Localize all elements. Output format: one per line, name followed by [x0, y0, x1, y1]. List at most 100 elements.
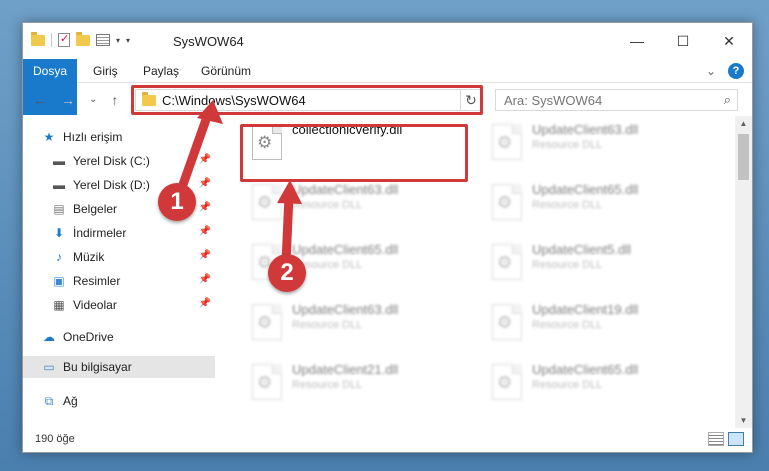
- sidebar-item-label: Müzik: [73, 250, 105, 264]
- file-name: UpdateClient65.dll: [532, 362, 639, 377]
- customize-toolbar-icon[interactable]: ▾: [116, 36, 120, 45]
- recent-locations-button[interactable]: ⌄: [89, 94, 97, 108]
- title-bar: ▾ ▾ SysWOW64 — ☐ ✕: [23, 23, 752, 59]
- pin-icon[interactable]: 📌: [199, 274, 211, 285]
- pin-icon[interactable]: 📌: [199, 202, 211, 213]
- scroll-down-icon[interactable]: ▼: [735, 413, 752, 428]
- expand-ribbon-icon[interactable]: ⌄: [706, 64, 716, 78]
- close-button[interactable]: ✕: [706, 23, 752, 59]
- file-name: UpdateClient65.dll: [532, 182, 639, 197]
- file-item[interactable]: ⚙ UpdateClient21.dll Resource DLL: [244, 360, 474, 416]
- new-folder-icon[interactable]: [76, 31, 90, 46]
- tab-home[interactable]: Giriş: [93, 59, 118, 83]
- file-type: Resource DLL: [532, 199, 603, 211]
- pin-icon[interactable]: 📌: [199, 250, 211, 261]
- ribbon-controls: ⌄ ?: [706, 63, 744, 79]
- search-box[interactable]: ⌕: [495, 89, 738, 111]
- pin-icon[interactable]: 📌: [199, 178, 211, 189]
- dll-file-icon: ⚙: [252, 184, 282, 220]
- sidebar-item-this-pc[interactable]: ▭ Bu bilgisayar: [23, 356, 215, 378]
- details-view-icon[interactable]: [708, 432, 724, 446]
- status-bar: 190 öğe: [23, 428, 752, 452]
- file-item[interactable]: ⚙ UpdateClient65.dll Resource DLL: [484, 360, 714, 416]
- file-highlight-box: [240, 124, 468, 182]
- window-title: SysWOW64: [173, 34, 244, 49]
- sidebar-item-label: Belgeler: [73, 202, 118, 216]
- sidebar-item-quick-access[interactable]: ★ Hızlı erişim: [41, 126, 233, 148]
- file-item[interactable]: ⚙ UpdateClient5.dll Resource DLL: [484, 240, 714, 296]
- dll-file-icon: ⚙: [492, 124, 522, 160]
- window-controls: — ☐ ✕: [614, 23, 752, 59]
- file-type: Resource DLL: [292, 199, 363, 211]
- ribbon-tabs: Dosya Giriş Paylaş Görünüm ⌄ ?: [23, 59, 752, 115]
- file-item[interactable]: ⚙ UpdateClient19.dll Resource DLL: [484, 300, 714, 356]
- file-item[interactable]: ⚙ UpdateClient63.dll Resource DLL: [244, 180, 474, 236]
- tab-view[interactable]: Görünüm: [201, 59, 251, 83]
- file-type: Resource DLL: [532, 139, 603, 151]
- file-type: Resource DLL: [292, 379, 363, 391]
- sidebar-item-music[interactable]: ♪ Müzik 📌: [51, 246, 215, 268]
- pin-icon[interactable]: 📌: [199, 298, 211, 309]
- minimize-button[interactable]: —: [614, 23, 660, 59]
- sidebar-item-network[interactable]: ⧉ Ağ: [41, 390, 233, 412]
- properties-check-icon[interactable]: [58, 32, 70, 47]
- file-name: UpdateClient63.dll: [292, 302, 399, 317]
- folder-icon[interactable]: [31, 31, 45, 46]
- star-icon: ★: [43, 130, 55, 144]
- documents-icon: ▤: [53, 202, 65, 216]
- sidebar-item-videos[interactable]: ▦ Videolar 📌: [51, 294, 215, 316]
- drive-icon: ▬: [53, 154, 65, 168]
- computer-icon: ▭: [43, 360, 55, 374]
- sidebar-item-label: Hızlı erişim: [63, 130, 123, 144]
- sidebar-item-onedrive[interactable]: ☁ OneDrive: [41, 326, 233, 348]
- file-item[interactable]: ⚙ UpdateClient63.dll Resource DLL: [244, 300, 474, 356]
- sidebar-item-pictures[interactable]: ▣ Resimler 📌: [51, 270, 215, 292]
- view-switcher: [708, 432, 744, 446]
- vertical-scrollbar[interactable]: ▲ ▼: [735, 116, 752, 428]
- search-icon[interactable]: ⌕: [724, 92, 731, 108]
- dll-file-icon: ⚙: [492, 184, 522, 220]
- file-type: Resource DLL: [532, 319, 603, 331]
- sidebar-item-label: Videolar: [73, 298, 117, 312]
- sidebar-item-downloads[interactable]: ⬇ İndirmeler 📌: [51, 222, 215, 244]
- sidebar-item-label: Yerel Disk (C:): [73, 154, 150, 168]
- sidebar-item-label: Yerel Disk (D:): [73, 178, 150, 192]
- toolbar-dropdown-icon[interactable]: ▾: [126, 36, 130, 45]
- file-type: Resource DLL: [532, 259, 603, 271]
- help-icon[interactable]: ?: [728, 63, 744, 79]
- maximize-button[interactable]: ☐: [660, 23, 706, 59]
- search-input[interactable]: [504, 91, 704, 109]
- forward-button[interactable]: →: [61, 92, 75, 108]
- gear-icon: ⚙: [497, 253, 513, 272]
- pin-icon[interactable]: 📌: [199, 154, 211, 165]
- dll-file-icon: ⚙: [492, 244, 522, 280]
- file-name: UpdateClient63.dll: [532, 122, 639, 137]
- back-button[interactable]: ←: [33, 92, 47, 108]
- scrollbar-thumb[interactable]: [738, 134, 749, 180]
- up-button[interactable]: ↑: [111, 92, 118, 108]
- tab-share[interactable]: Paylaş: [143, 59, 179, 83]
- file-item[interactable]: ⚙ UpdateClient65.dll Resource DLL: [484, 180, 714, 236]
- drive-icon: ▬: [53, 178, 65, 192]
- sidebar-item-disk-c[interactable]: ▬ Yerel Disk (C:) 📌: [51, 150, 215, 172]
- gear-icon: ⚙: [497, 133, 513, 152]
- cloud-icon: ☁: [43, 330, 55, 344]
- dll-file-icon: ⚙: [492, 304, 522, 340]
- callout-marker-2: 2: [268, 254, 306, 292]
- videos-icon: ▦: [53, 298, 65, 312]
- sidebar-item-label: OneDrive: [63, 330, 114, 344]
- properties-icon[interactable]: [96, 34, 110, 46]
- dll-file-icon: ⚙: [492, 364, 522, 400]
- pin-icon[interactable]: 📌: [199, 226, 211, 237]
- gear-icon: ⚙: [497, 373, 513, 392]
- file-item[interactable]: ⚙ UpdateClient63.dll Resource DLL: [484, 120, 714, 176]
- gear-icon: ⚙: [257, 193, 273, 212]
- dll-file-icon: ⚙: [252, 304, 282, 340]
- scroll-up-icon[interactable]: ▲: [735, 116, 752, 131]
- address-row: ← → ⌄ ↑ C:\Windows\SysWOW64 ⌄ ↻ ⌕: [23, 84, 752, 116]
- sidebar-item-label: İndirmeler: [73, 226, 127, 240]
- pictures-icon: ▣: [53, 274, 65, 288]
- file-type: Resource DLL: [292, 319, 363, 331]
- music-icon: ♪: [56, 250, 62, 264]
- tiles-view-icon[interactable]: [728, 432, 744, 446]
